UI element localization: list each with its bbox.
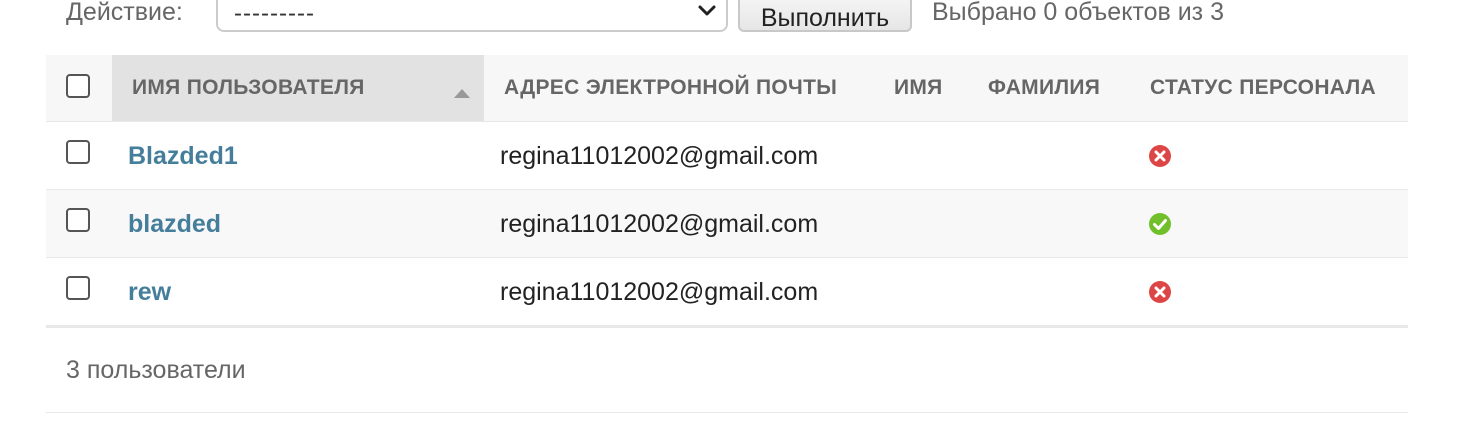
email-value: regina11012002@gmail.com [500, 278, 819, 306]
table-row: Blazded1 regina11012002@gmail.com [46, 122, 1408, 190]
column-header-last-name[interactable]: ФАМИЛИЯ [988, 55, 1128, 121]
x-circle-icon [1149, 281, 1171, 303]
action-label: Действие: [66, 0, 183, 26]
column-header-first-name[interactable]: ИМЯ [894, 55, 974, 121]
result-list-table: ИМЯ ПОЛЬЗОВАТЕЛЯ АДРЕС ЭЛЕКТРОННОЙ ПОЧТЫ… [46, 55, 1408, 328]
selection-counter: Выбрано 0 объектов из 3 [932, 0, 1224, 26]
column-header-email[interactable]: АДРЕС ЭЛЕКТРОННОЙ ПОЧТЫ [504, 55, 884, 121]
select-all-checkbox[interactable] [66, 74, 90, 98]
actions-bar: Действие: --------- Выполнить Выбрано 0 … [46, 0, 1408, 34]
row-checkbox[interactable] [66, 140, 90, 164]
table-row: blazded regina11012002@gmail.com [46, 190, 1408, 258]
last-name-cell [988, 258, 1128, 325]
result-count: 3 пользователи [66, 356, 246, 384]
paginator: 3 пользователи [46, 330, 1408, 413]
user-changelist: Действие: --------- Выполнить Выбрано 0 … [0, 0, 1460, 442]
username-link[interactable]: blazded [128, 211, 221, 237]
username-cell: blazded [128, 190, 488, 257]
email-cell: regina11012002@gmail.com [500, 190, 880, 257]
table-header: ИМЯ ПОЛЬЗОВАТЕЛЯ АДРЕС ЭЛЕКТРОННОЙ ПОЧТЫ… [46, 55, 1408, 122]
email-cell: regina11012002@gmail.com [500, 122, 880, 189]
column-header-staff-status[interactable]: СТАТУС ПЕРСОНАЛА [1150, 55, 1390, 121]
check-circle-icon [1149, 213, 1171, 235]
column-header-username[interactable]: ИМЯ ПОЛЬЗОВАТЕЛЯ [112, 55, 484, 121]
username-link[interactable]: Blazded1 [128, 143, 238, 169]
email-cell: regina11012002@gmail.com [500, 258, 880, 325]
first-name-cell [894, 190, 974, 257]
chevron-down-icon [698, 5, 716, 16]
username-cell: Blazded1 [128, 122, 488, 189]
column-label-last-name: ФАМИЛИЯ [988, 76, 1101, 99]
action-select[interactable]: --------- [216, 0, 728, 32]
email-value: regina11012002@gmail.com [500, 142, 819, 170]
x-circle-icon [1149, 145, 1171, 167]
last-name-cell [988, 190, 1128, 257]
email-value: regina11012002@gmail.com [500, 210, 819, 238]
first-name-cell [894, 122, 974, 189]
run-action-button[interactable]: Выполнить [738, 0, 912, 32]
row-checkbox[interactable] [66, 276, 90, 300]
username-link[interactable]: rew [128, 279, 171, 305]
username-cell: rew [128, 258, 488, 325]
column-label-username: ИМЯ ПОЛЬЗОВАТЕЛЯ [132, 76, 365, 99]
first-name-cell [894, 258, 974, 325]
staff-status-cell [1148, 122, 1388, 189]
column-label-staff-status: СТАТУС ПЕРСОНАЛА [1150, 76, 1377, 99]
column-label-email: АДРЕС ЭЛЕКТРОННОЙ ПОЧТЫ [504, 76, 838, 99]
row-checkbox[interactable] [66, 208, 90, 232]
sort-ascending-icon[interactable] [454, 89, 470, 98]
table-row: rew regina11012002@gmail.com [46, 258, 1408, 328]
last-name-cell [988, 122, 1128, 189]
column-label-first-name: ИМЯ [894, 76, 943, 99]
staff-status-cell [1148, 258, 1388, 325]
action-select-value: --------- [234, 0, 315, 27]
staff-status-cell [1148, 190, 1388, 257]
